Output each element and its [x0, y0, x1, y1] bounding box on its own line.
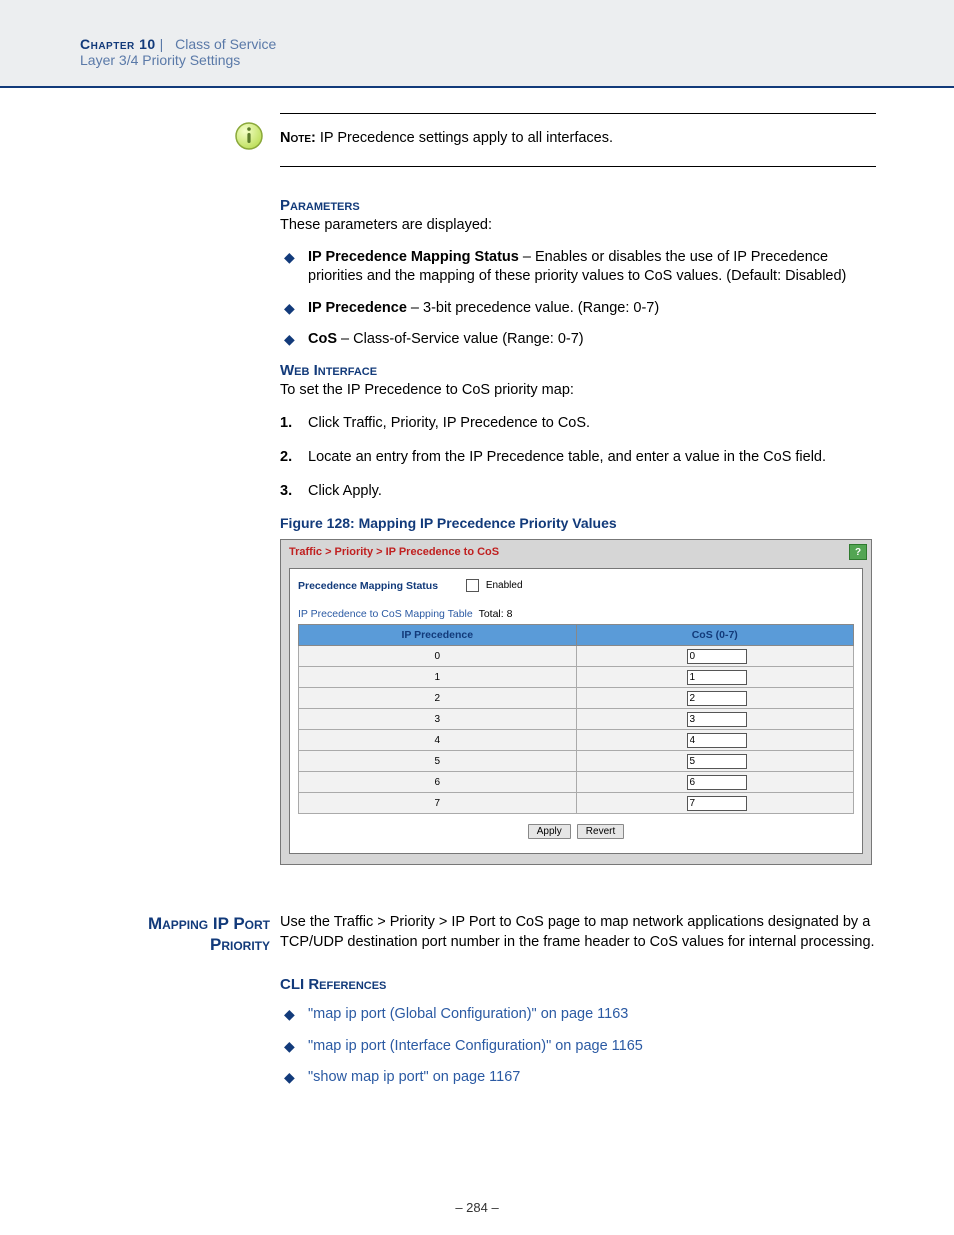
- steps-list: 1.Click Traffic, Priority, IP Precedence…: [280, 414, 876, 501]
- table-row: 0: [299, 646, 854, 667]
- step-item: 2.Locate an entry from the IP Precedence…: [280, 448, 876, 468]
- mapping-table-title: IP Precedence to CoS Mapping Table Total…: [298, 608, 854, 620]
- cos-input[interactable]: [687, 670, 747, 685]
- side-heading-mapping-ip-port: Mapping IP Port Priority: [80, 913, 270, 956]
- note-label: Note:: [280, 130, 316, 146]
- help-icon[interactable]: ?: [849, 544, 867, 560]
- precedence-cell: 7: [299, 793, 577, 814]
- section2-intro: Use the Traffic > Priority > IP Port to …: [280, 913, 876, 952]
- cos-cell: [576, 688, 854, 709]
- info-icon: [234, 121, 264, 155]
- webinterface-heading: Web Interface: [280, 362, 876, 379]
- cli-link[interactable]: "show map ip port" on page 1167: [308, 1069, 520, 1085]
- header-subtitle: Layer 3/4 Priority Settings: [80, 52, 240, 68]
- precedence-cell: 4: [299, 730, 577, 751]
- param-item: CoS – Class-of-Service value (Range: 0-7…: [280, 330, 876, 350]
- cos-cell: [576, 793, 854, 814]
- cos-input[interactable]: [687, 796, 747, 811]
- enabled-checkbox[interactable]: [466, 579, 479, 592]
- table-row: 3: [299, 709, 854, 730]
- cli-link-item: "map ip port (Interface Configuration)" …: [280, 1037, 876, 1057]
- table-row: 2: [299, 688, 854, 709]
- cos-input[interactable]: [687, 691, 747, 706]
- precedence-cell: 6: [299, 772, 577, 793]
- enabled-label: Enabled: [486, 580, 523, 591]
- cos-cell: [576, 772, 854, 793]
- note-text: IP Precedence settings apply to all inte…: [320, 130, 613, 146]
- param-item: IP Precedence – 3-bit precedence value. …: [280, 299, 876, 319]
- cli-link[interactable]: "map ip port (Interface Configuration)" …: [308, 1038, 643, 1054]
- col-ip-precedence: IP Precedence: [299, 625, 577, 646]
- param-item: IP Precedence Mapping Status – Enables o…: [280, 248, 876, 287]
- precedence-cell: 3: [299, 709, 577, 730]
- precedence-cos-table: IP Precedence CoS (0-7) 01234567: [298, 624, 854, 814]
- cli-link[interactable]: "map ip port (Global Configuration)" on …: [308, 1006, 628, 1022]
- cli-references-heading: CLI References: [280, 976, 876, 993]
- cli-link-item: "show map ip port" on page 1167: [280, 1068, 876, 1088]
- page-number: – 284 –: [0, 1200, 954, 1215]
- figure-128: Traffic > Priority > IP Precedence to Co…: [280, 539, 872, 865]
- precedence-cell: 1: [299, 667, 577, 688]
- cos-input[interactable]: [687, 712, 747, 727]
- precedence-cell: 2: [299, 688, 577, 709]
- cos-cell: [576, 667, 854, 688]
- table-row: 4: [299, 730, 854, 751]
- note-box: Note: IP Precedence settings apply to al…: [280, 113, 876, 167]
- parameters-heading: Parameters: [280, 197, 876, 214]
- precedence-cell: 0: [299, 646, 577, 667]
- header-sep: |: [160, 36, 176, 52]
- cos-input[interactable]: [687, 733, 747, 748]
- revert-button[interactable]: Revert: [577, 824, 624, 839]
- page-header: Chapter 10 | Class of Service Layer 3/4 …: [0, 0, 954, 88]
- apply-button[interactable]: Apply: [528, 824, 571, 839]
- table-row: 5: [299, 751, 854, 772]
- mapping-status-label: Precedence Mapping Status: [298, 580, 438, 592]
- webinterface-intro: To set the IP Precedence to CoS priority…: [280, 381, 876, 401]
- parameters-intro: These parameters are displayed:: [280, 216, 876, 236]
- cos-input[interactable]: [687, 754, 747, 769]
- table-row: 1: [299, 667, 854, 688]
- cos-cell: [576, 709, 854, 730]
- precedence-cell: 5: [299, 751, 577, 772]
- col-cos: CoS (0-7): [576, 625, 854, 646]
- table-row: 6: [299, 772, 854, 793]
- table-row: 7: [299, 793, 854, 814]
- cli-references-list: "map ip port (Global Configuration)" on …: [280, 1005, 876, 1088]
- cos-input[interactable]: [687, 649, 747, 664]
- figure-breadcrumb: Traffic > Priority > IP Precedence to Co…: [289, 546, 499, 558]
- cos-cell: [576, 751, 854, 772]
- parameters-list: IP Precedence Mapping Status – Enables o…: [280, 248, 876, 350]
- header-chapter-title: Class of Service: [175, 36, 276, 52]
- step-item: 1.Click Traffic, Priority, IP Precedence…: [280, 414, 876, 434]
- cos-input[interactable]: [687, 775, 747, 790]
- enabled-checkbox-wrap: Enabled: [466, 579, 522, 592]
- step-item: 3.Click Apply.: [280, 482, 876, 502]
- cos-cell: [576, 646, 854, 667]
- cos-cell: [576, 730, 854, 751]
- cli-link-item: "map ip port (Global Configuration)" on …: [280, 1005, 876, 1025]
- header-chapter: Chapter 10: [80, 36, 156, 52]
- figure-caption: Figure 128: Mapping IP Precedence Priori…: [280, 515, 876, 531]
